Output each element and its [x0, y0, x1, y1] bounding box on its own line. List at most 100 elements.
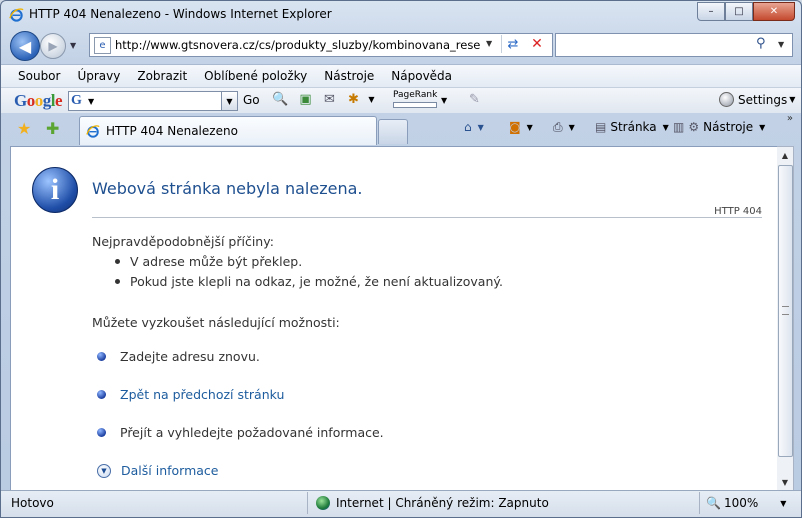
tools-dropdown-icon: ▼	[759, 122, 766, 132]
status-text: Hotovo	[11, 496, 54, 510]
cause-item: Pokud jste klepli na odkaz, je možné, že…	[115, 274, 503, 289]
gadgets-icon[interactable]: ✱	[345, 92, 362, 108]
print-dropdown-icon: ▼	[568, 123, 575, 132]
forward-button[interactable]: ▶	[40, 33, 66, 59]
search-icon[interactable]: ⚲	[756, 36, 766, 51]
maximize-button[interactable]: □	[725, 2, 753, 21]
causes-heading: Nejpravděpodobnější příčiny:	[92, 234, 274, 249]
google-search-dropdown-icon[interactable]: ▼	[221, 92, 237, 110]
page-dropdown-icon: ▼	[662, 122, 669, 132]
minimize-button[interactable]: –	[697, 2, 725, 21]
close-button[interactable]: ✕	[753, 2, 795, 21]
favorites-star-icon[interactable]: ★	[17, 119, 31, 138]
pagerank-dropdown-icon[interactable]: ▼	[441, 96, 447, 105]
bullet-icon	[115, 279, 120, 284]
home-button[interactable]: ⌂ ▼	[464, 120, 484, 134]
search-input[interactable]	[560, 37, 750, 52]
info-icon: i	[32, 167, 78, 213]
rss-icon: ◙	[509, 120, 521, 134]
blue-bullet-icon	[97, 390, 106, 399]
title-divider	[92, 217, 762, 218]
page-title: Webová stránka nebyla nalezena.	[92, 179, 363, 198]
option-text: Přejít a vyhledejte požadované informace…	[120, 425, 384, 440]
zoom-control[interactable]: 🔍 100% ▼	[699, 492, 801, 514]
page-menu-label: Stránka	[610, 120, 657, 134]
address-dropdown-icon[interactable]: ▼	[486, 39, 492, 48]
new-tab-button[interactable]	[378, 119, 408, 144]
settings-dropdown-icon: ▼	[789, 95, 796, 104]
menu-edit[interactable]: Úpravy	[68, 69, 128, 83]
forward-arrow-icon: ▶	[48, 39, 58, 53]
cause-text: Pokud jste klepli na odkaz, je možné, že…	[130, 274, 503, 289]
google-engine-dropdown-icon[interactable]: ▼	[88, 97, 94, 106]
tab-bar: ★ ✚ HTTP 404 Nenalezeno ⌂ ▼ ◙ ▼ ⎙ ▼ ▤ Stránk…	[1, 113, 801, 145]
pagerank-label: PageRank	[393, 90, 438, 100]
scroll-thumb[interactable]	[778, 165, 793, 457]
security-zone[interactable]: Internet | Chráněný režim: Zapnuto	[307, 492, 704, 514]
scroll-down-icon[interactable]: ▼	[777, 474, 793, 490]
navigation-bar: ◀ ▶ ▼ e http://www.gtsnovera.cz/cs/produ…	[1, 29, 801, 63]
search-box[interactable]: ⚲ ▼	[555, 33, 793, 57]
options-heading: Můžete vyzkoušet následující možnosti:	[92, 315, 340, 330]
tools-menu-button[interactable]: ▥ ⚙ Nástroje ▼	[673, 120, 765, 134]
google-logo[interactable]: Google	[14, 91, 63, 111]
more-commands-chevron-icon[interactable]: »	[787, 113, 793, 124]
add-favorite-icon[interactable]: ✚	[46, 119, 59, 138]
window-title: HTTP 404 Nenalezeno - Windows Internet E…	[29, 7, 332, 21]
back-arrow-icon: ◀	[18, 36, 32, 56]
settings-button[interactable]: Settings ▼	[719, 92, 795, 107]
feeds-button[interactable]: ◙ ▼	[509, 120, 533, 134]
highlighter-icon[interactable]: ✎	[466, 92, 483, 108]
page-icon: ▤	[595, 120, 607, 134]
more-info-link[interactable]: Další informace	[121, 463, 218, 478]
option-go-back[interactable]: Zpět na předchozí stránku	[97, 387, 284, 402]
print-button[interactable]: ⎙ ▼	[553, 120, 575, 135]
page-menu-button[interactable]: ▤ Stránka ▼	[595, 120, 669, 134]
settings-gear-icon	[719, 92, 734, 107]
google-toolbar: Google G ▼ ▼ Go 🔍 ▣ ✉ ✱ ▼ PageRank ▼ ✎ S…	[1, 87, 801, 113]
menu-file[interactable]: Soubor	[1, 69, 68, 83]
search-dropdown-icon[interactable]: ▼	[778, 40, 784, 49]
google-g-icon: G	[71, 93, 82, 108]
address-url[interactable]: http://www.gtsnovera.cz/cs/produkty_sluz…	[115, 38, 480, 52]
tools-menu-label: Nástroje	[703, 120, 754, 134]
scroll-grip-icon	[782, 306, 789, 315]
browser-window: HTTP 404 Nenalezeno - Windows Internet E…	[0, 0, 802, 518]
address-bar[interactable]: e http://www.gtsnovera.cz/cs/produkty_sl…	[89, 33, 553, 57]
bullet-icon	[115, 259, 120, 264]
option-search: Přejít a vyhledejte požadované informace…	[97, 425, 384, 440]
cause-text: V adrese může být překlep.	[130, 254, 303, 269]
feeds-dropdown-icon: ▼	[526, 122, 533, 132]
menu-help[interactable]: Nápověda	[382, 69, 460, 83]
globe-icon	[316, 496, 330, 510]
zoom-dropdown-icon[interactable]: ▼	[780, 499, 786, 508]
go-back-link[interactable]: Zpět na předchozí stránku	[120, 387, 284, 402]
zoom-level: 100%	[723, 496, 759, 510]
blue-bullet-icon	[97, 352, 106, 361]
gadgets-dropdown-icon[interactable]: ▼	[363, 92, 380, 108]
google-go-button[interactable]: Go	[243, 93, 260, 107]
vertical-scrollbar[interactable]: ▲ ▼	[777, 146, 794, 491]
window-controls: – □ ✕	[697, 2, 795, 21]
recent-pages-dropdown-icon[interactable]: ▼	[70, 41, 76, 50]
news-icon[interactable]: ✉	[321, 92, 338, 108]
scroll-up-icon[interactable]: ▲	[777, 147, 793, 163]
refresh-icon[interactable]: ⇄	[501, 35, 524, 53]
google-search-box[interactable]: G ▼ ▼	[68, 91, 238, 111]
menu-view[interactable]: Zobrazit	[128, 69, 195, 83]
menu-tools[interactable]: Nástroje	[315, 69, 382, 83]
more-info-toggle[interactable]: ▼ Další informace	[97, 463, 218, 478]
stop-icon[interactable]: ✕	[526, 35, 548, 53]
search-web-icon[interactable]: 🔍	[272, 92, 289, 108]
menu-favorites[interactable]: Oblíbené položky	[195, 69, 315, 83]
menu-bar: Soubor Úpravy Zobrazit Oblíbené položky …	[1, 64, 801, 87]
title-bar: HTTP 404 Nenalezeno - Windows Internet E…	[1, 1, 801, 28]
back-button[interactable]: ◀	[10, 31, 40, 61]
cause-item: V adrese může být překlep.	[115, 254, 302, 269]
settings-label: Settings	[738, 92, 788, 107]
gear-icon: ⚙	[688, 120, 700, 134]
tab-active[interactable]: HTTP 404 Nenalezeno	[79, 116, 377, 145]
image-search-icon[interactable]: ▣	[297, 92, 314, 108]
tab-label: HTTP 404 Nenalezeno	[106, 124, 238, 138]
expand-chevron-icon: ▼	[97, 463, 111, 478]
